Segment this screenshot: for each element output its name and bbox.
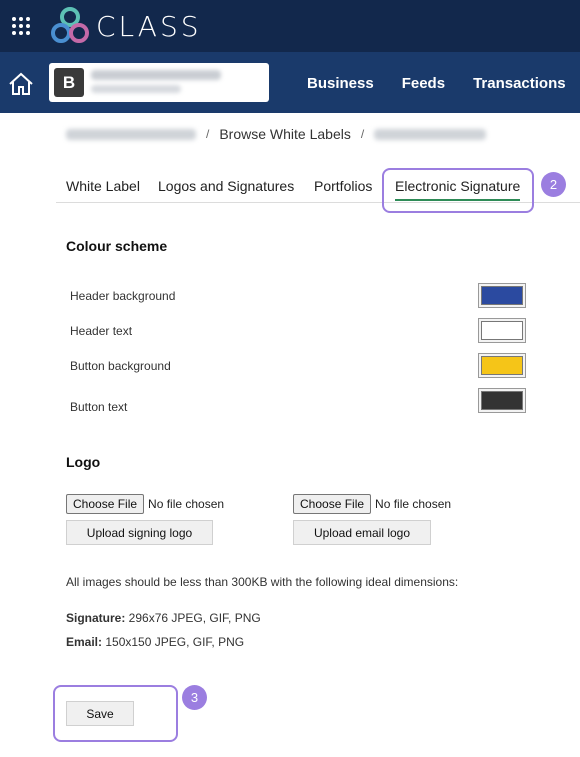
image-size-note: All images should be less than 300KB wit… (66, 575, 459, 589)
breadcrumb-separator: / (206, 127, 210, 141)
header-text-label: Header text (70, 324, 133, 338)
account-avatar: B (54, 68, 84, 97)
header-background-swatch[interactable] (478, 283, 526, 308)
logo-heading: Logo (66, 454, 101, 470)
home-icon[interactable] (8, 72, 34, 96)
header-background-color (481, 286, 523, 305)
button-text-label: Button text (70, 400, 128, 414)
main-nav: Business Feeds Transactions N (307, 75, 580, 92)
step-badge-3: 3 (182, 685, 207, 710)
signature-dimensions: Signature: 296x76 JPEG, GIF, PNG (66, 611, 261, 625)
email-dimensions-label: Email: (66, 635, 103, 649)
signature-dimensions-value: 296x76 JPEG, GIF, PNG (125, 611, 261, 625)
signing-logo-choose-file-button[interactable]: Choose File (66, 494, 145, 514)
breadcrumb-current-redacted (374, 128, 487, 140)
button-background-color (481, 356, 523, 375)
tab-logos-and-signatures[interactable]: Logos and Signatures (158, 178, 294, 194)
account-name-redacted (91, 70, 221, 80)
nav-transactions[interactable]: Transactions (473, 75, 566, 92)
step-badge-2: 2 (541, 172, 566, 197)
nav-business[interactable]: Business (307, 75, 374, 92)
upload-signing-logo-button[interactable]: Upload signing logo (66, 520, 213, 545)
email-dimensions: Email: 150x150 JPEG, GIF, PNG (66, 635, 244, 649)
header-background-label: Header background (70, 289, 176, 303)
save-button[interactable]: Save (66, 701, 134, 726)
button-background-swatch[interactable] (478, 353, 526, 378)
class-logo-icon (51, 7, 89, 43)
signing-logo-file-input: Choose File No file chosen (66, 494, 224, 514)
breadcrumb-root-redacted[interactable] (66, 128, 196, 140)
top-bar: CLASS (0, 0, 580, 52)
button-text-color (481, 391, 523, 410)
email-logo-no-file-text: No file chosen (375, 497, 452, 511)
signing-logo-no-file-text: No file chosen (148, 497, 225, 511)
colour-scheme-heading: Colour scheme (66, 238, 168, 254)
account-selector[interactable]: B (49, 63, 269, 102)
breadcrumb: / Browse White Labels / (66, 126, 487, 142)
header-text-color (481, 321, 523, 340)
logo-text: CLASS (96, 10, 202, 43)
upload-email-logo-button[interactable]: Upload email logo (293, 520, 431, 545)
tab-highlight-box (382, 168, 534, 213)
breadcrumb-separator: / (360, 127, 365, 141)
app-grid-icon[interactable] (12, 17, 30, 35)
button-text-swatch[interactable] (478, 388, 526, 413)
nav-feeds[interactable]: Feeds (402, 75, 445, 92)
email-logo-choose-file-button[interactable]: Choose File (293, 494, 372, 514)
account-subtitle-redacted (91, 85, 181, 93)
tab-white-label[interactable]: White Label (66, 178, 140, 194)
email-logo-file-input: Choose File No file chosen (293, 494, 451, 514)
header-text-swatch[interactable] (478, 318, 526, 343)
tab-portfolios[interactable]: Portfolios (314, 178, 372, 194)
breadcrumb-browse-white-labels[interactable]: Browse White Labels (219, 126, 351, 142)
button-background-label: Button background (70, 359, 171, 373)
signature-dimensions-label: Signature: (66, 611, 126, 625)
email-dimensions-value: 150x150 JPEG, GIF, PNG (102, 635, 245, 649)
